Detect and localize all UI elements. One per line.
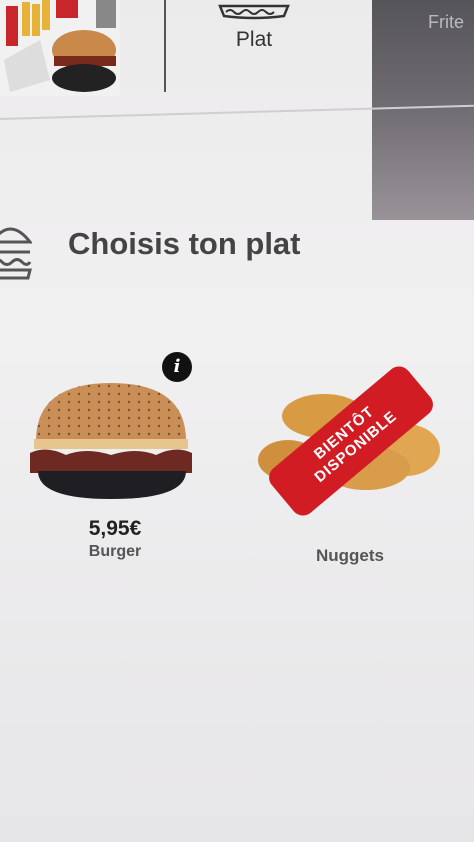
tab-plat-label: Plat: [235, 28, 273, 51]
section-title: Choisis ton plat: [68, 226, 301, 261]
burger-name: Burger: [88, 543, 142, 560]
nuggets-name: Nuggets: [316, 546, 384, 565]
burger-outline-icon: [0, 227, 32, 280]
category-bar: Plat Frite: [0, 0, 474, 130]
header-divider: [0, 104, 474, 120]
category-divider: [164, 0, 166, 92]
kiosk-screen: Plat Frite Choisis ton plat i 5,95€ Burg…: [0, 0, 474, 842]
burger-price: 5,95€: [88, 517, 142, 540]
menu-category-thumbnail[interactable]: [0, 0, 120, 96]
tab-plat[interactable]: Plat: [212, 0, 296, 60]
burger-image: [30, 383, 192, 499]
tab-frite[interactable]: Frite: [428, 12, 464, 33]
plate-icon: [218, 4, 290, 20]
product-card-burger[interactable]: 5,95€ Burger: [20, 355, 210, 570]
